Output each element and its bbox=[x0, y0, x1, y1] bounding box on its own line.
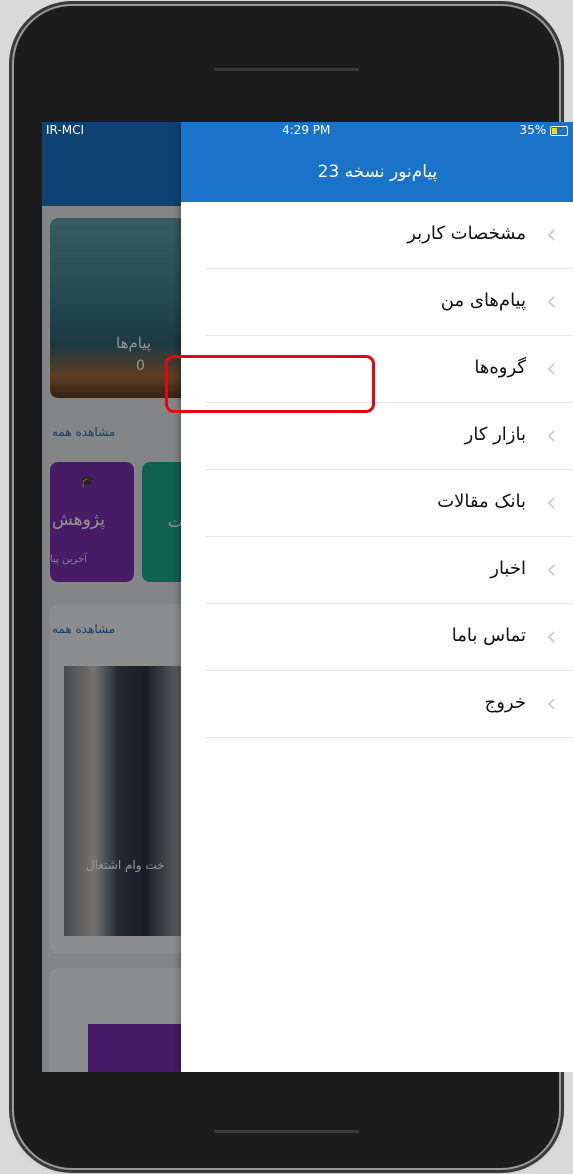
phone-frame: پیام‌ها 0 مشاهده همه 🎓 پژوهش آخرین پیا ت… bbox=[14, 6, 573, 1168]
status-bar: IR-MCI 4:29 PM 35% bbox=[42, 122, 573, 140]
menu-item-label: خروج bbox=[484, 692, 526, 713]
battery-percent: 35% bbox=[519, 123, 547, 137]
menu-item-job-market[interactable]: بازار کار bbox=[206, 403, 573, 470]
drawer-menu: مشخصات کاربر پیام‌های من گروه‌ها بازار ک… bbox=[181, 202, 573, 738]
clock: 4:29 PM bbox=[282, 123, 331, 137]
chevron-left-icon bbox=[547, 698, 555, 710]
menu-item-my-messages[interactable]: پیام‌های من bbox=[206, 269, 573, 336]
highlight-box bbox=[165, 355, 375, 413]
menu-item-contact-us[interactable]: تماس باما bbox=[206, 604, 573, 671]
chevron-left-icon bbox=[547, 430, 555, 442]
menu-item-label: اخبار bbox=[490, 558, 526, 579]
chevron-left-icon bbox=[547, 631, 555, 643]
menu-item-article-bank[interactable]: بانک مقالات bbox=[206, 470, 573, 537]
menu-item-user-profile[interactable]: مشخصات کاربر bbox=[206, 202, 573, 269]
menu-item-label: بانک مقالات bbox=[437, 491, 526, 512]
drawer-title: پیام‌نور نسخه 23 bbox=[317, 162, 438, 182]
menu-item-label: گروه‌ها bbox=[474, 357, 526, 378]
menu-item-label: پیام‌های من bbox=[440, 290, 526, 311]
chevron-left-icon bbox=[547, 564, 555, 576]
menu-item-news[interactable]: اخبار bbox=[206, 537, 573, 604]
chevron-left-icon bbox=[547, 229, 555, 241]
menu-item-label: مشخصات کاربر bbox=[407, 223, 526, 244]
menu-item-label: بازار کار bbox=[464, 424, 526, 445]
menu-item-logout[interactable]: خروج bbox=[206, 671, 573, 738]
battery-icon bbox=[550, 125, 568, 136]
speaker-grill bbox=[214, 68, 359, 71]
home-indicator bbox=[214, 1130, 359, 1133]
navigation-drawer: پیام‌نور نسخه 23 مشخصات کاربر پیام‌های م… bbox=[181, 122, 573, 1072]
chevron-left-icon bbox=[547, 497, 555, 509]
chevron-left-icon bbox=[547, 296, 555, 308]
menu-item-label: تماس باما bbox=[451, 625, 526, 646]
battery-status: 35% bbox=[519, 123, 568, 137]
phone-screen: پیام‌ها 0 مشاهده همه 🎓 پژوهش آخرین پیا ت… bbox=[42, 122, 573, 1072]
chevron-left-icon bbox=[547, 363, 555, 375]
carrier-label: IR-MCI bbox=[46, 123, 84, 137]
